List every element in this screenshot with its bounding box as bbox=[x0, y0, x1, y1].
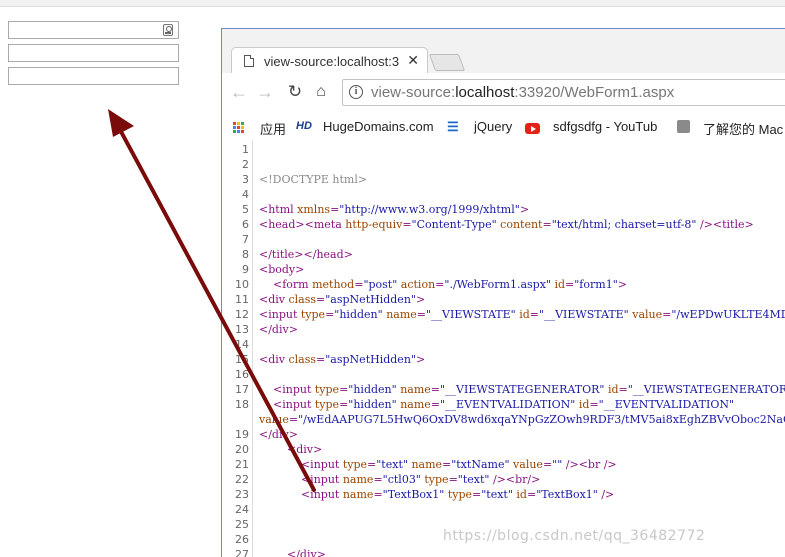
arrow-shaft bbox=[116, 124, 316, 492]
watermark: https://blog.csdn.net/qq_36482772 bbox=[443, 528, 706, 544]
arrow-head bbox=[108, 109, 134, 137]
annotation-arrow bbox=[108, 109, 316, 492]
